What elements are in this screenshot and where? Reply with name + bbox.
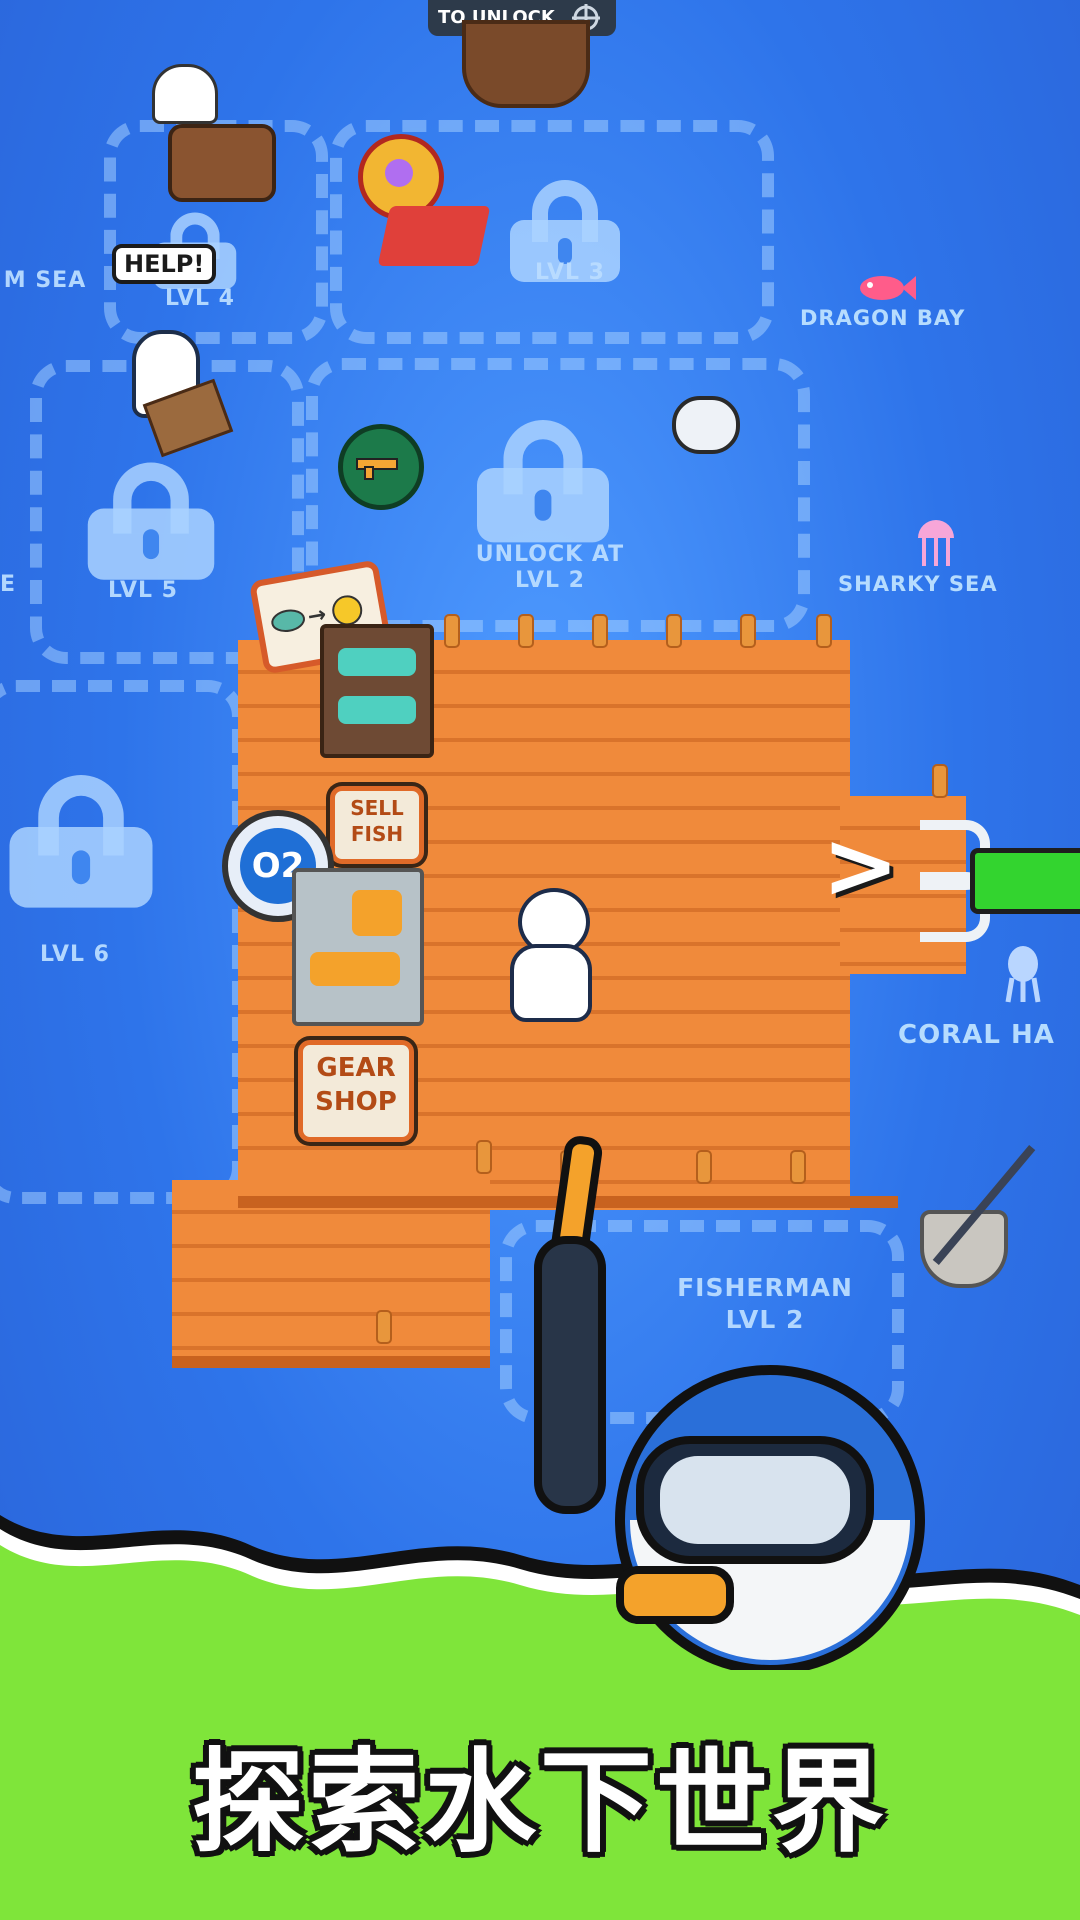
game-scene: TO UNLOCK M SEA LVL 4 LVL 3 UNLOCK AT LV… bbox=[0, 0, 1080, 1920]
dock-edge-lower bbox=[172, 1356, 490, 1368]
dock-post bbox=[816, 614, 832, 648]
dock-post bbox=[666, 614, 682, 648]
direction-arrow: > bbox=[822, 812, 900, 919]
zone-label-e: E bbox=[0, 572, 17, 597]
chef-barrel[interactable] bbox=[168, 124, 276, 202]
lock-icon bbox=[9, 775, 153, 908]
zone-label-unlock-lvl2: UNLOCK AT LVL 2 bbox=[460, 542, 640, 594]
zone-label-unlock-line1: UNLOCK AT bbox=[475, 542, 625, 567]
gem-icon bbox=[385, 159, 413, 187]
help-bubble: HELP! bbox=[112, 244, 217, 284]
fish-icon bbox=[860, 276, 916, 300]
region-label-sharky-sea: SHARKY SEA bbox=[838, 572, 998, 596]
sell-fish-sign[interactable]: SELL FISH bbox=[330, 786, 424, 864]
weapon-unlock-badge[interactable] bbox=[338, 424, 424, 510]
zone-label-m-sea: M SEA bbox=[3, 268, 87, 293]
jellyfish-icon bbox=[918, 520, 954, 566]
dock-post bbox=[932, 764, 948, 798]
dock-post bbox=[476, 1140, 492, 1174]
gun-icon bbox=[356, 458, 398, 480]
flipper bbox=[310, 952, 400, 986]
gear-shop-sign[interactable]: GEAR SHOP bbox=[298, 1040, 414, 1142]
zone-label-lvl6: LVL 6 bbox=[39, 942, 110, 967]
gear-shop-line1: GEAR bbox=[316, 1053, 396, 1083]
dock-post bbox=[740, 614, 756, 648]
player-body bbox=[510, 944, 592, 1022]
fish-stack bbox=[338, 648, 416, 676]
dock-post bbox=[376, 1310, 392, 1344]
dock-post bbox=[592, 614, 608, 648]
lock-icon bbox=[87, 462, 215, 580]
squid-icon bbox=[1005, 946, 1041, 1003]
red-cart bbox=[377, 206, 491, 266]
diving-helmet-icon bbox=[534, 1136, 925, 1670]
chef-hat bbox=[152, 64, 218, 124]
top-boat[interactable] bbox=[462, 20, 590, 108]
sell-fish-line2: FISH bbox=[350, 822, 404, 846]
scientist-npc[interactable] bbox=[672, 396, 740, 454]
sell-fish-line1: SELL bbox=[350, 796, 404, 820]
zone-label-lvl4: LVL 4 bbox=[164, 286, 235, 311]
zone-label-lvl3: LVL 3 bbox=[534, 260, 605, 285]
oxygen-tank bbox=[352, 890, 402, 936]
gear-shop-line2: SHOP bbox=[315, 1087, 397, 1117]
player-character[interactable] bbox=[500, 888, 594, 1022]
lock-icon bbox=[477, 420, 609, 543]
zone-label-lvl5: LVL 5 bbox=[107, 578, 178, 603]
fish-shelf[interactable] bbox=[320, 624, 434, 758]
fish-stack bbox=[338, 696, 416, 724]
dock-post bbox=[444, 614, 460, 648]
headline-text: 探索水下世界 bbox=[192, 1738, 888, 1868]
region-label-dragon-bay: DRAGON BAY bbox=[800, 306, 966, 330]
gear-shelf[interactable] bbox=[292, 868, 424, 1026]
unlock-progress-bar bbox=[970, 848, 1080, 914]
dock-post bbox=[518, 614, 534, 648]
zone-label-unlock-line2: LVL 2 bbox=[514, 568, 585, 593]
region-label-coral-ha: CORAL HA bbox=[898, 1020, 1055, 1050]
